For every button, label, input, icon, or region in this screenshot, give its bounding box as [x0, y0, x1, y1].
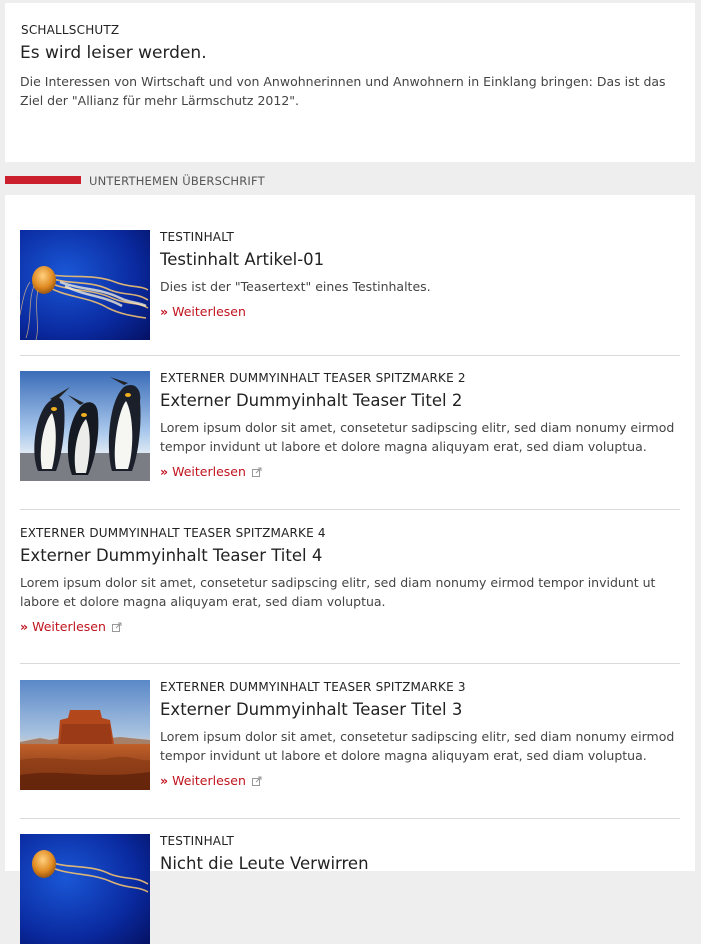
item-description: Lorem ipsum dolor sit amet, consetetur s…: [160, 420, 675, 454]
item-title[interactable]: Nicht die Leute Verwirren: [160, 854, 685, 873]
item-text: TESTINHALT Nicht die Leute Verwirren: [160, 834, 685, 873]
chevron-right-icon: »: [20, 619, 29, 634]
divider: [20, 663, 680, 664]
chevron-right-icon: »: [160, 464, 169, 479]
item-kicker: EXTERNER DUMMYINHALT TEASER SPITZMARKE 2: [160, 371, 466, 385]
intro-title[interactable]: Es wird leiser werden.: [20, 43, 207, 63]
read-more-label: Weiterlesen: [172, 464, 246, 479]
item-kicker: EXTERNER DUMMYINHALT TEASER SPITZMARKE 4: [20, 526, 326, 540]
item-kicker: TESTINHALT: [160, 230, 234, 244]
item-text: EXTERNER DUMMYINHALT TEASER SPITZMARKE 3…: [160, 680, 685, 789]
intro-description: Die Interessen von Wirtschaft und von An…: [20, 74, 666, 108]
read-more-label: Weiterlesen: [172, 773, 246, 788]
section-accent-bar: [5, 176, 81, 184]
intro-card: SCHALLSCHUTZ Es wird leiser werden. Die …: [5, 3, 695, 162]
item-text: EXTERNER DUMMYINHALT TEASER SPITZMARKE 2…: [160, 371, 685, 480]
item-description: Lorem ipsum dolor sit amet, consetetur s…: [160, 729, 675, 763]
item-description: Dies ist der "Teasertext" eines Testinha…: [160, 279, 431, 294]
divider: [20, 355, 680, 356]
divider: [20, 509, 680, 510]
read-more-label: Weiterlesen: [32, 619, 106, 634]
external-link-icon: [251, 774, 262, 789]
section-label: UNTERTHEMEN ÜBERSCHRIFT: [89, 174, 265, 188]
section-header: UNTERTHEMEN ÜBERSCHRIFT: [0, 168, 701, 192]
jellyfish-image[interactable]: [20, 230, 150, 340]
chevron-right-icon: »: [160, 773, 169, 788]
item-description: Lorem ipsum dolor sit amet, consetetur s…: [20, 575, 656, 609]
item-text: EXTERNER DUMMYINHALT TEASER SPITZMARKE 4…: [20, 526, 680, 635]
external-link-icon: [111, 620, 122, 635]
read-more-link[interactable]: » Weiterlesen: [160, 464, 685, 480]
read-more-link[interactable]: » Weiterlesen: [160, 304, 685, 319]
item-kicker: EXTERNER DUMMYINHALT TEASER SPITZMARKE 3: [160, 680, 466, 694]
item-text: TESTINHALT Testinhalt Artikel-01 Dies is…: [160, 230, 685, 319]
teaser-list: TESTINHALT Testinhalt Artikel-01 Dies is…: [5, 195, 695, 944]
item-title[interactable]: Testinhalt Artikel-01: [160, 250, 685, 269]
item-kicker: TESTINHALT: [160, 834, 234, 848]
chevron-right-icon: »: [160, 304, 169, 319]
item-title[interactable]: Externer Dummyinhalt Teaser Titel 4: [20, 546, 680, 565]
read-more-link[interactable]: » Weiterlesen: [160, 773, 685, 789]
read-more-label: Weiterlesen: [172, 304, 246, 319]
external-link-icon: [251, 465, 262, 480]
intro-kicker: SCHALLSCHUTZ: [21, 23, 120, 37]
item-title[interactable]: Externer Dummyinhalt Teaser Titel 3: [160, 700, 685, 719]
penguins-image[interactable]: [20, 371, 150, 481]
desert-image[interactable]: [20, 680, 150, 790]
jellyfish-image[interactable]: [20, 834, 150, 944]
item-title[interactable]: Externer Dummyinhalt Teaser Titel 2: [160, 391, 685, 410]
divider: [20, 818, 680, 819]
read-more-link[interactable]: » Weiterlesen: [20, 619, 680, 635]
